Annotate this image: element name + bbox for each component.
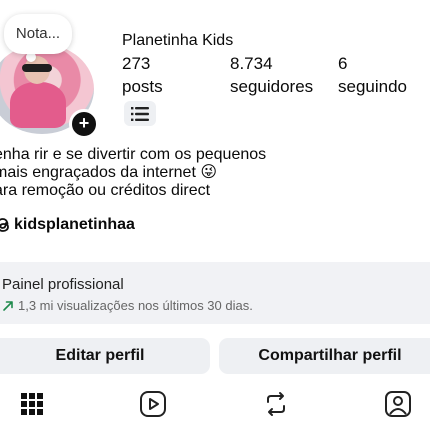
trend-up-arrow-icon	[3, 300, 13, 311]
add-story-icon[interactable]: +	[69, 109, 99, 139]
professional-dashboard-subtitle[interactable]: 1,3 mi visualizações nos últimos 30 dias…	[2, 298, 253, 313]
posts-label[interactable]: posts	[122, 77, 163, 97]
bio-line-2: mais engraçados da internet 😜	[0, 164, 218, 181]
list-icon	[131, 106, 149, 121]
bio-line-3: ara remoção ou créditos direct	[0, 182, 211, 199]
bio-line-1: enha rir e se divertir com os pequenos	[0, 146, 267, 163]
profile-category-button[interactable]	[124, 101, 156, 126]
share-profile-button[interactable]: Compartilhar perfil	[219, 338, 430, 374]
note-bubble[interactable]: Nota...	[4, 14, 72, 54]
reels-icon	[140, 391, 166, 417]
avatar-dress	[10, 82, 66, 128]
followers-count[interactable]: 8.734	[230, 54, 273, 74]
threads-icon	[0, 218, 9, 232]
profile-name: Planetinha Kids	[122, 32, 234, 49]
grid-icon	[21, 393, 43, 415]
views-summary: 1,3 mi visualizações nos últimos 30 dias…	[18, 298, 253, 313]
tab-reels[interactable]	[139, 390, 167, 418]
edit-profile-button[interactable]: Editar perfil	[0, 338, 210, 374]
threads-handle[interactable]: kidsplanetinhaa	[14, 216, 135, 234]
following-label[interactable]: seguindo	[338, 77, 407, 97]
tab-tagged[interactable]	[384, 390, 412, 418]
followers-label[interactable]: seguidores	[230, 77, 313, 97]
professional-dashboard[interactable]	[0, 262, 430, 324]
tab-grid[interactable]	[18, 390, 46, 418]
threads-link[interactable]: kidsplanetinhaa	[0, 216, 135, 234]
professional-dashboard-title[interactable]: Painel profissional	[2, 276, 124, 293]
tagged-icon	[385, 391, 411, 417]
avatar-glasses	[22, 64, 52, 72]
posts-count[interactable]: 273	[122, 54, 150, 74]
reposts-icon	[267, 392, 285, 416]
following-count[interactable]: 6	[338, 54, 347, 74]
tab-reposts[interactable]	[262, 390, 290, 418]
